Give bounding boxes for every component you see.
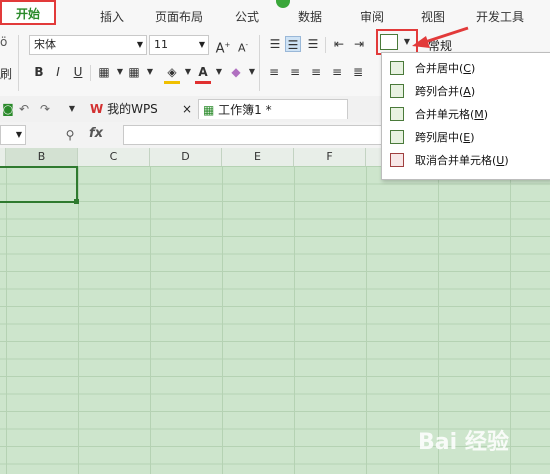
align-bottom-icon[interactable]: ☰ bbox=[305, 36, 321, 52]
unmerge-icon bbox=[390, 153, 404, 167]
border-icon[interactable]: ▦ bbox=[96, 64, 112, 80]
menu-item-center-across[interactable]: 跨列居中(E) bbox=[382, 127, 550, 149]
notification-dot-icon bbox=[276, 0, 290, 8]
separator bbox=[18, 35, 19, 91]
menu-item-label: 合并居中(C) bbox=[415, 62, 476, 75]
spreadsheet-icon: ▦ bbox=[203, 103, 215, 117]
column-header-e[interactable]: E bbox=[222, 148, 294, 166]
indent-icon[interactable]: ⇥ bbox=[351, 36, 367, 52]
menu-item-label: 跨列合并(A) bbox=[415, 85, 476, 98]
redo-icon[interactable]: ↷ bbox=[37, 101, 53, 117]
font-size-select[interactable]: 11 ▼ bbox=[149, 35, 209, 55]
underline-icon[interactable]: U bbox=[70, 64, 86, 80]
separator bbox=[325, 37, 326, 53]
fx-icon[interactable]: fx bbox=[89, 126, 103, 141]
doc-tab-label: 工作簿1 * bbox=[218, 103, 272, 117]
wps-logo-icon: W bbox=[90, 102, 104, 116]
distributed-icon[interactable]: ≣ bbox=[350, 64, 366, 80]
partial-icon: ö bbox=[0, 35, 8, 49]
separator bbox=[90, 65, 91, 81]
tab-formula[interactable]: 公式 bbox=[235, 8, 259, 26]
chevron-down-icon: ▼ bbox=[15, 130, 22, 139]
name-box[interactable]: ▼ bbox=[0, 125, 26, 145]
merge-center-icon bbox=[390, 61, 404, 75]
outdent-icon[interactable]: ⇤ bbox=[331, 36, 347, 52]
tab-page-layout[interactable]: 页面布局 bbox=[155, 8, 203, 26]
font-color-icon[interactable]: A bbox=[195, 64, 211, 80]
font-name-select[interactable]: 宋体 ▼ bbox=[29, 35, 147, 55]
doc-tab-workbook[interactable]: ▦ 工作簿1 * bbox=[198, 99, 348, 119]
tab-review[interactable]: 审阅 bbox=[360, 8, 384, 26]
save-icon[interactable]: ◙ bbox=[0, 101, 16, 117]
align-right-icon[interactable]: ≡ bbox=[308, 64, 324, 80]
close-icon[interactable]: × bbox=[182, 99, 192, 119]
merge-cells-icon bbox=[390, 107, 404, 121]
menu-item-merge-center[interactable]: 合并居中(C) bbox=[382, 58, 550, 80]
align-left-icon[interactable]: ≡ bbox=[266, 64, 282, 80]
merge-dropdown-menu: 合并居中(C) 跨列合并(A) 合并单元格(M) 跨列居中(E) 取消合并单元格… bbox=[381, 52, 550, 180]
menu-item-merge-across[interactable]: 跨列合并(A) bbox=[382, 81, 550, 103]
decrease-font-icon[interactable]: A- bbox=[235, 37, 251, 55]
fill-handle[interactable] bbox=[74, 199, 79, 204]
column-header-b[interactable]: B bbox=[6, 148, 78, 166]
zoom-icon[interactable]: ⚲ bbox=[62, 127, 78, 143]
bold-icon[interactable]: B bbox=[31, 64, 47, 80]
clear-format-icon[interactable]: ◆ bbox=[228, 64, 244, 80]
chevron-down-icon[interactable]: ▼ bbox=[64, 101, 80, 117]
fill-color-swatch bbox=[164, 81, 180, 84]
menu-item-unmerge[interactable]: 取消合并单元格(U) bbox=[382, 150, 550, 172]
tab-data[interactable]: 数据 bbox=[298, 8, 322, 26]
chevron-down-icon[interactable]: ▼ bbox=[142, 64, 158, 80]
chevron-down-icon: ▼ bbox=[198, 40, 205, 49]
cell-style-icon[interactable]: ▦ bbox=[126, 64, 142, 80]
tab-insert[interactable]: 插入 bbox=[100, 8, 124, 26]
increase-font-icon[interactable]: A+ bbox=[215, 37, 231, 56]
merge-across-icon bbox=[390, 84, 404, 98]
doc-tab-label: 我的WPS bbox=[107, 102, 158, 116]
tab-view[interactable]: 视图 bbox=[421, 8, 445, 26]
column-header-c[interactable]: C bbox=[78, 148, 150, 166]
chevron-down-icon: ▼ bbox=[136, 40, 143, 49]
font-size-value: 11 bbox=[154, 38, 168, 51]
italic-icon[interactable]: I bbox=[50, 64, 66, 80]
align-top-icon[interactable]: ☰ bbox=[267, 36, 283, 52]
align-center-icon[interactable]: ≡ bbox=[287, 64, 303, 80]
justify-icon[interactable]: ≡ bbox=[329, 64, 345, 80]
column-header-d[interactable]: D bbox=[150, 148, 222, 166]
fill-color-icon[interactable]: ◈ bbox=[164, 64, 180, 80]
watermark: Bai 经验 bbox=[418, 430, 509, 455]
menu-item-label: 取消合并单元格(U) bbox=[415, 154, 509, 167]
tab-developer[interactable]: 开发工具 bbox=[476, 8, 524, 26]
align-middle-icon[interactable]: ☰ bbox=[285, 36, 301, 52]
doc-tab-wps[interactable]: W 我的WPS × bbox=[86, 99, 194, 119]
menu-item-label: 跨列居中(E) bbox=[415, 131, 475, 144]
center-across-icon bbox=[390, 130, 404, 144]
menu-item-label: 合并单元格(M) bbox=[415, 108, 489, 121]
menu-item-merge-cells[interactable]: 合并单元格(M) bbox=[382, 104, 550, 126]
font-color-swatch bbox=[195, 81, 211, 84]
chevron-down-icon[interactable]: ▼ bbox=[211, 64, 227, 80]
separator bbox=[259, 35, 260, 91]
selected-cell[interactable] bbox=[0, 166, 78, 203]
undo-icon[interactable]: ↶ bbox=[16, 101, 32, 117]
red-arrow-icon bbox=[412, 26, 469, 48]
column-header-f[interactable]: F bbox=[294, 148, 366, 166]
format-painter-label[interactable]: 刷 bbox=[0, 65, 12, 82]
font-name-value: 宋体 bbox=[34, 38, 56, 51]
chevron-down-icon[interactable]: ▼ bbox=[244, 64, 260, 80]
tab-start[interactable]: 开始 bbox=[0, 0, 56, 25]
chevron-down-icon[interactable]: ▼ bbox=[180, 64, 196, 80]
merge-center-icon[interactable] bbox=[380, 34, 398, 50]
